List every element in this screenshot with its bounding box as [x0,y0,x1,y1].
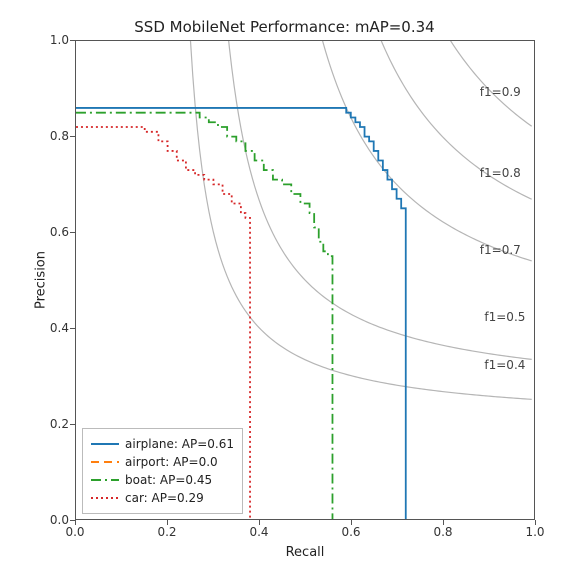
legend-entry: airport: AP=0.0 [91,453,234,471]
legend-label: airport: AP=0.0 [125,455,218,469]
y-axis-label: Precision [34,251,49,309]
x-tick: 0.4 [249,525,268,539]
figure: SSD MobileNet Performance: mAP=0.34 Prec… [0,0,569,577]
legend-label: boat: AP=0.45 [125,473,212,487]
iso-f1-curve [296,41,532,261]
iso-f1-label: f1=0.8 [480,166,521,180]
y-tick: 0.6 [50,225,69,239]
legend-swatch [91,455,119,469]
legend-swatch [91,491,119,505]
y-tick: 0.8 [50,129,69,143]
legend-entry: boat: AP=0.45 [91,471,234,489]
y-tick: 0.2 [50,417,69,431]
iso-f1-label: f1=0.4 [484,358,525,372]
legend-entry: airplane: AP=0.61 [91,435,234,453]
x-tick: 0.0 [65,525,84,539]
y-tick: 0.4 [50,321,69,335]
legend-swatch [91,437,119,451]
iso-f1-label: f1=0.7 [480,243,521,257]
legend-label: car: AP=0.29 [125,491,204,505]
legend-swatch [91,473,119,487]
x-tick: 0.8 [433,525,452,539]
iso-f1-curve [392,41,532,126]
y-tick: 1.0 [50,33,69,47]
legend: airplane: AP=0.61 airport: AP=0.0 boat: AP… [82,428,243,514]
chart-title: SSD MobileNet Performance: mAP=0.34 [0,18,569,36]
iso-f1-label: f1=0.5 [484,310,525,324]
x-tick: 0.6 [341,525,360,539]
x-axis-label: Recall [75,545,535,560]
iso-f1-label: f1=0.9 [480,85,521,99]
x-tick: 1.0 [525,525,544,539]
y-tick: 0.0 [50,513,69,527]
legend-label: airplane: AP=0.61 [125,437,234,451]
legend-entry: car: AP=0.29 [91,489,234,507]
x-tick: 0.2 [157,525,176,539]
